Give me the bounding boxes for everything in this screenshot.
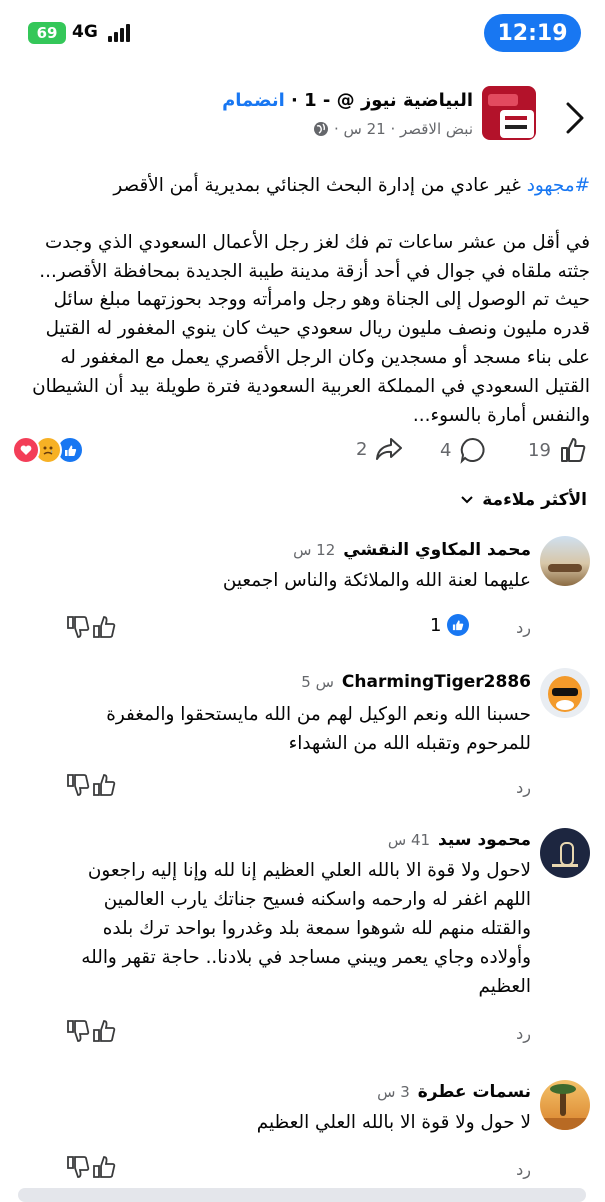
comment-like-value: 1 bbox=[430, 614, 442, 636]
globe-icon bbox=[313, 122, 328, 136]
like-badge-icon bbox=[447, 614, 470, 636]
battery-indicator: 69 bbox=[28, 22, 66, 44]
comment-like-count[interactable]: 1 bbox=[430, 614, 470, 636]
post-headline: #مجهود غير عادي من إدارة البحث الجنائي ب… bbox=[18, 172, 590, 201]
chevron-down-icon bbox=[461, 496, 473, 504]
comment-text: لا حول ولا قوة الا بالله العلي العظيم bbox=[256, 1112, 531, 1133]
comment-icon bbox=[460, 437, 485, 464]
share-count-value: 2 bbox=[356, 438, 368, 460]
commenter-avatar[interactable] bbox=[540, 828, 590, 878]
comment-time: 41 س bbox=[387, 831, 431, 849]
share-count[interactable]: 2 bbox=[356, 436, 403, 462]
thumbs-down-icon[interactable] bbox=[66, 1018, 116, 1048]
commenter-avatar[interactable] bbox=[540, 668, 590, 718]
comment-time: 5 س bbox=[301, 673, 334, 691]
reply-button[interactable]: رد bbox=[516, 778, 531, 797]
comment-header: نسمات عطرة 3 س bbox=[377, 1082, 531, 1102]
clock: 12:19 bbox=[484, 14, 581, 52]
commenter-name[interactable]: محمود سيد bbox=[438, 830, 531, 850]
comment-time: 3 س bbox=[377, 1083, 410, 1101]
battery-level: 69 bbox=[36, 24, 58, 42]
comment-text: حسبنا الله ونعم الوكيل لهم من الله مايست… bbox=[106, 704, 531, 754]
headline-text: غير عادي من إدارة البحث الجنائي بمديرية … bbox=[113, 175, 527, 196]
comment-header: محمود سيد 41 س bbox=[388, 830, 531, 850]
share-icon bbox=[376, 438, 403, 460]
hashtag-link[interactable]: #مجهود bbox=[527, 175, 590, 196]
commenter-name[interactable]: نسمات عطرة bbox=[418, 1082, 531, 1102]
sort-label: الأكثر ملاءمة bbox=[482, 490, 587, 510]
join-button[interactable]: انضمام bbox=[222, 90, 285, 111]
comment-count-value: 4 bbox=[440, 439, 452, 461]
thumbs-down-icon[interactable] bbox=[66, 772, 116, 802]
like-count-value: 19 bbox=[528, 439, 551, 461]
love-reaction-icon bbox=[12, 436, 40, 464]
page-title-row: البياضية نيوز @ - 1 · انضمام bbox=[222, 90, 473, 111]
post-text: في أقل من عشر ساعات تم فك لغز رجل الأعما… bbox=[32, 231, 590, 426]
post-meta-text: نبض الاقصر · 21 س · bbox=[333, 120, 473, 138]
comment-text: لاحول ولا قوة الا بالله العلي العظيم إنا… bbox=[81, 860, 531, 997]
comment-sort-dropdown[interactable]: الأكثر ملاءمة bbox=[460, 490, 587, 510]
comment-header: 5 س CharmingTiger2886 bbox=[301, 672, 531, 692]
back-chevron-icon[interactable] bbox=[560, 100, 590, 136]
signal-icon bbox=[108, 24, 132, 42]
like-icon bbox=[560, 438, 586, 462]
network-type: 4G bbox=[72, 22, 98, 42]
page-suffix: - 1 · bbox=[284, 90, 337, 111]
comment-count[interactable]: 4 bbox=[440, 436, 487, 464]
reply-button[interactable]: رد bbox=[516, 1160, 531, 1179]
clock-time: 12:19 bbox=[497, 20, 568, 46]
thumbs-down-icon[interactable] bbox=[66, 1154, 116, 1184]
commenter-name[interactable]: CharmingTiger2886 bbox=[342, 672, 531, 692]
comment-time: 12 س bbox=[293, 541, 336, 559]
commenter-avatar[interactable] bbox=[540, 536, 590, 586]
post-meta: نبض الاقصر · 21 س · bbox=[313, 120, 473, 138]
reply-button[interactable]: رد bbox=[516, 1024, 531, 1043]
comment-text: عليهما لعنة الله والملائكة والناس اجمعين bbox=[222, 570, 531, 591]
reaction-summary[interactable] bbox=[12, 436, 84, 464]
reply-button[interactable]: رد bbox=[516, 618, 531, 637]
commenter-avatar[interactable] bbox=[540, 1080, 590, 1130]
status-bar: 69 4G 12:19 bbox=[0, 0, 605, 62]
page-avatar[interactable] bbox=[482, 86, 536, 140]
commenter-name[interactable]: محمد المكاوي النقشي bbox=[343, 540, 531, 560]
like-count[interactable]: 19 bbox=[528, 436, 587, 464]
post-body: #مجهود غير عادي من إدارة البحث الجنائي ب… bbox=[18, 172, 590, 430]
comment-header: محمد المكاوي النقشي 12 س bbox=[293, 540, 531, 560]
page-name[interactable]: البياضية نيوز @ bbox=[337, 90, 473, 111]
thumbs-down-icon[interactable] bbox=[66, 614, 116, 644]
